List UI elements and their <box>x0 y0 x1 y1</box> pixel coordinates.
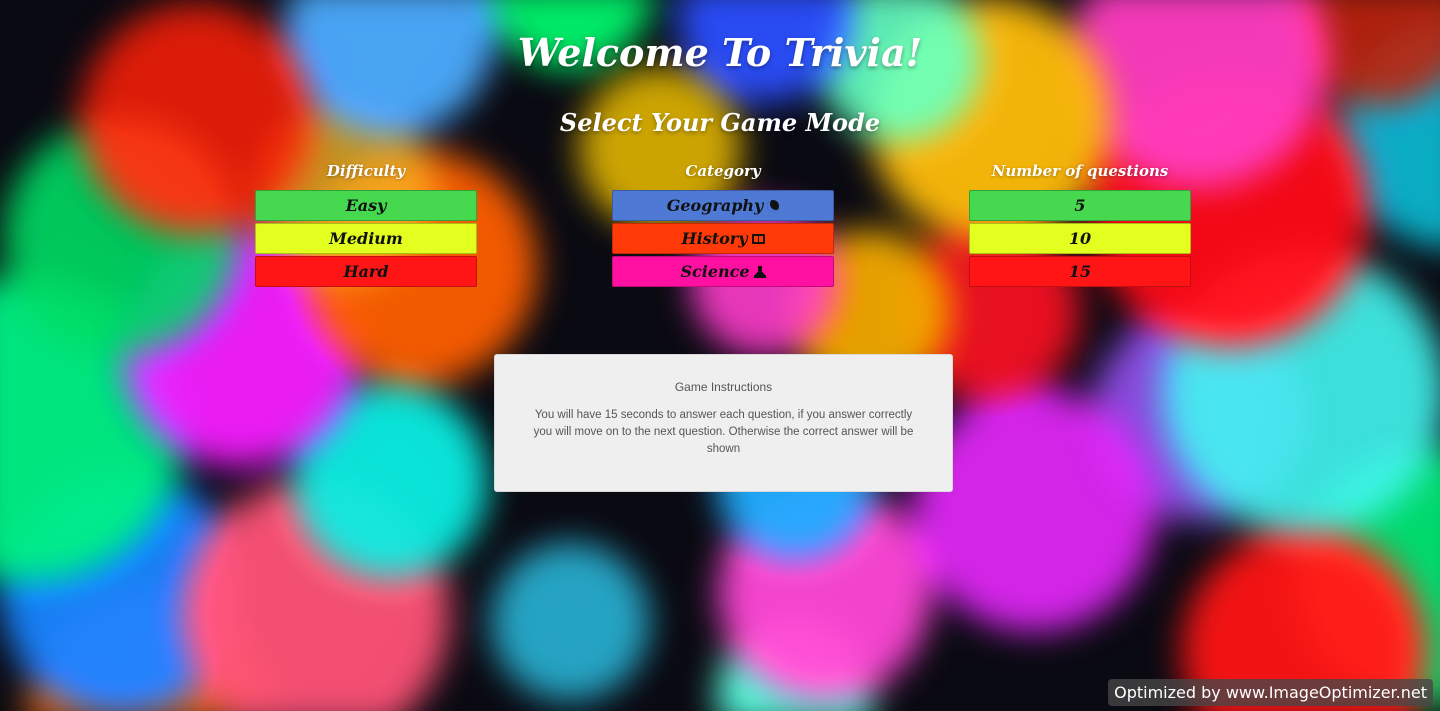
questions-10-label: 10 <box>1068 229 1092 248</box>
questions-15-label: 15 <box>1068 262 1092 281</box>
questions-15-button[interactable]: 15 <box>969 256 1191 287</box>
instructions-text: You will have 15 seconds to answer each … <box>533 409 914 455</box>
category-geography-button[interactable]: Geography <box>612 190 834 221</box>
difficulty-medium-label: Medium <box>329 229 403 248</box>
category-geography-label: Geography <box>666 196 764 215</box>
difficulty-easy-button[interactable]: Easy <box>255 190 477 221</box>
book-icon <box>751 233 765 244</box>
questions-5-button[interactable]: 5 <box>969 190 1191 221</box>
flask-icon <box>753 265 766 278</box>
trivia-home-page: Welcome To Trivia! Select Your Game Mode… <box>0 0 1440 711</box>
category-history-label: History <box>681 229 748 248</box>
globe-icon <box>767 199 780 212</box>
questions-column: Number of questions 5 10 15 <box>969 162 1191 289</box>
difficulty-easy-label: Easy <box>345 196 387 215</box>
instructions-title: Game Instructions <box>674 380 773 394</box>
category-title: Category <box>685 162 761 180</box>
difficulty-hard-button[interactable]: Hard <box>255 256 477 287</box>
questions-10-button[interactable]: 10 <box>969 223 1191 254</box>
category-column: Category Geography History Science <box>612 162 834 289</box>
game-mode-heading: Select Your Game Mode <box>559 108 881 137</box>
questions-title: Number of questions <box>991 162 1169 180</box>
category-science-button[interactable]: Science <box>612 256 834 287</box>
difficulty-column: Difficulty Easy Medium Hard <box>255 162 477 289</box>
category-science-label: Science <box>680 262 750 281</box>
category-history-button[interactable]: History <box>612 223 834 254</box>
instructions-panel: Game Instructions You will have 15 secon… <box>494 354 953 492</box>
optimizer-watermark: Optimized by www.ImageOptimizer.net <box>1108 679 1433 706</box>
page-title: Welcome To Trivia! <box>517 30 923 75</box>
difficulty-title: Difficulty <box>326 162 406 180</box>
difficulty-medium-button[interactable]: Medium <box>255 223 477 254</box>
questions-5-label: 5 <box>1074 196 1086 215</box>
difficulty-hard-label: Hard <box>343 262 389 281</box>
